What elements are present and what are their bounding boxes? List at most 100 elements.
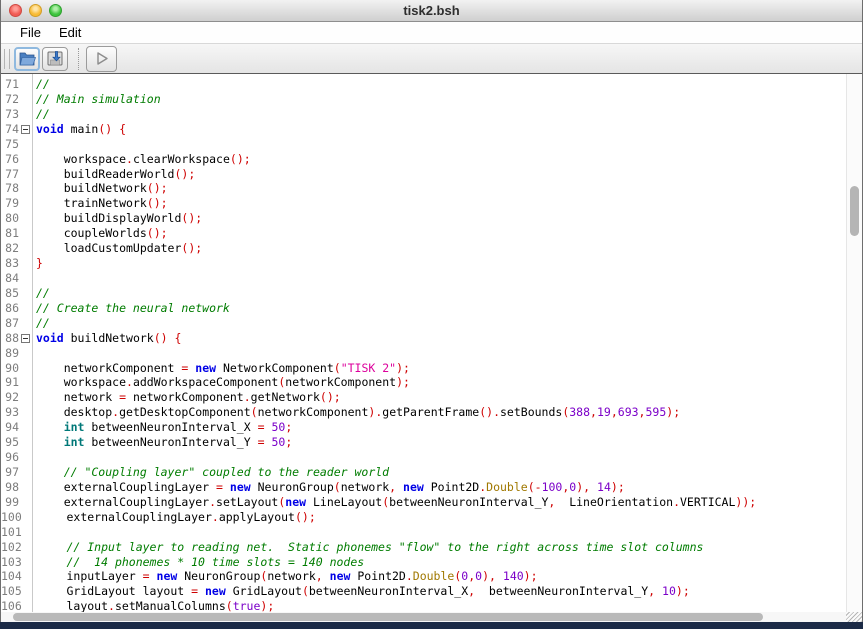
code-line[interactable]: 85//: [1, 286, 846, 301]
code-line[interactable]: 101: [1, 525, 846, 540]
code-text[interactable]: workspace.addWorkspaceComponent(networkC…: [32, 375, 410, 390]
code-line[interactable]: 77 buildReaderWorld();: [1, 167, 846, 182]
code-text[interactable]: int betweenNeuronInterval_Y = 50;: [32, 435, 292, 450]
code-text[interactable]: buildReaderWorld();: [32, 167, 195, 182]
open-file-icon: [19, 51, 36, 66]
code-text[interactable]: // 14 phonemes * 10 time slots = 140 nod…: [35, 555, 364, 570]
code-line[interactable]: 86// Create the neural network: [1, 301, 846, 316]
code-line[interactable]: 97 // "Coupling layer" coupled to the re…: [1, 465, 846, 480]
code-text[interactable]: buildNetwork();: [32, 181, 168, 196]
code-editor[interactable]: 71//72 // Main simulation73//74void main(…: [1, 74, 862, 622]
title-bar[interactable]: tisk2.bsh: [1, 0, 862, 22]
code-text[interactable]: externalCouplingLayer.setLayout(new Line…: [32, 495, 756, 510]
code-line[interactable]: 87 //: [1, 316, 846, 331]
code-text[interactable]: externalCouplingLayer = new NeuronGroup(…: [32, 480, 625, 495]
code-line[interactable]: 98 externalCouplingLayer = new NeuronGro…: [1, 480, 846, 495]
code-text[interactable]: trainNetwork();: [32, 196, 168, 211]
code-line[interactable]: 89: [1, 346, 846, 361]
code-line[interactable]: 88void buildNetwork() {: [1, 331, 846, 346]
code-text[interactable]: buildDisplayWorld();: [32, 211, 202, 226]
code-text[interactable]: // "Coupling layer" coupled to the reade…: [32, 465, 389, 480]
fold-collapse-icon[interactable]: [21, 125, 30, 134]
code-text[interactable]: //: [32, 316, 50, 331]
code-text[interactable]: //: [32, 286, 50, 301]
code-line[interactable]: 83}: [1, 256, 846, 271]
code-line[interactable]: 103 // 14 phonemes * 10 time slots = 140…: [1, 555, 846, 570]
code-text[interactable]: [35, 525, 39, 540]
fold-column: [19, 465, 32, 480]
code-line[interactable]: 84: [1, 271, 846, 286]
line-number: 87: [1, 316, 19, 331]
code-text[interactable]: workspace.clearWorkspace();: [32, 152, 251, 167]
vertical-scrollbar[interactable]: [846, 74, 862, 612]
code-text[interactable]: // Input layer to reading net. Static ph…: [35, 540, 704, 555]
code-text[interactable]: // Create the neural network: [32, 301, 230, 316]
code-text[interactable]: GridLayout layout = new GridLayout(betwe…: [35, 584, 690, 599]
code-text[interactable]: int betweenNeuronInterval_X = 50;: [32, 420, 292, 435]
fold-column: [19, 286, 32, 301]
line-number: 105: [1, 584, 22, 599]
vertical-scrollbar-thumb[interactable]: [850, 186, 859, 236]
code-text[interactable]: // Main simulation: [32, 92, 161, 107]
code-text[interactable]: [32, 346, 36, 361]
code-line[interactable]: 78 buildNetwork();: [1, 181, 846, 196]
code-text[interactable]: }: [32, 256, 43, 271]
fold-column: [19, 211, 32, 226]
menu-file[interactable]: File: [11, 22, 50, 43]
code-line[interactable]: 72 // Main simulation: [1, 92, 846, 107]
code-line[interactable]: 79 trainNetwork();: [1, 196, 846, 211]
code-text[interactable]: [32, 450, 36, 465]
code-line[interactable]: 76 workspace.clearWorkspace();: [1, 152, 846, 167]
line-number: 100: [1, 510, 22, 525]
code-line[interactable]: 102 // Input layer to reading net. Stati…: [1, 540, 846, 555]
code-line[interactable]: 91 workspace.addWorkspaceComponent(netwo…: [1, 375, 846, 390]
code-line[interactable]: 81 coupleWorlds();: [1, 226, 846, 241]
code-line[interactable]: 105 GridLayout layout = new GridLayout(b…: [1, 584, 846, 599]
fold-column: [19, 77, 32, 92]
code-line[interactable]: 92 network = networkComponent.getNetwork…: [1, 390, 846, 405]
code-line[interactable]: 82 loadCustomUpdater();: [1, 241, 846, 256]
run-script-icon: [94, 50, 110, 67]
code-line[interactable]: 74void main() {: [1, 122, 846, 137]
code-text[interactable]: desktop.getDesktopComponent(networkCompo…: [32, 405, 680, 420]
code-line[interactable]: 100 externalCouplingLayer.applyLayout();: [1, 510, 846, 525]
code-text[interactable]: [32, 271, 36, 286]
code-line[interactable]: 75: [1, 137, 846, 152]
code-text[interactable]: coupleWorlds();: [32, 226, 168, 241]
code-text[interactable]: network = networkComponent.getNetwork();: [32, 390, 341, 405]
line-number: 89: [1, 346, 19, 361]
code-line[interactable]: 95 int betweenNeuronInterval_Y = 50;: [1, 435, 846, 450]
code-line[interactable]: 73//: [1, 107, 846, 122]
code-line[interactable]: 99 externalCouplingLayer.setLayout(new L…: [1, 495, 846, 510]
code-line[interactable]: 90 networkComponent = new NetworkCompone…: [1, 361, 846, 376]
save-file-button[interactable]: [42, 47, 68, 71]
line-number: 72: [1, 92, 19, 107]
code-text[interactable]: //: [32, 107, 50, 122]
code-line[interactable]: 94 int betweenNeuronInterval_X = 50;: [1, 420, 846, 435]
fold-collapse-icon[interactable]: [21, 334, 30, 343]
resize-grip[interactable]: [846, 612, 862, 622]
toolbar-drag-handle[interactable]: [4, 49, 10, 69]
open-file-button[interactable]: [14, 47, 40, 71]
code-text[interactable]: void main() {: [32, 122, 126, 137]
code-line[interactable]: 93 desktop.getDesktopComponent(networkCo…: [1, 405, 846, 420]
menu-edit[interactable]: Edit: [50, 22, 90, 43]
code-line[interactable]: 104 inputLayer = new NeuronGroup(network…: [1, 569, 846, 584]
code-text[interactable]: networkComponent = new NetworkComponent(…: [32, 361, 410, 376]
code-line[interactable]: 80 buildDisplayWorld();: [1, 211, 846, 226]
fold-column: [19, 107, 32, 122]
code-line[interactable]: 96: [1, 450, 846, 465]
code-lines[interactable]: 71//72 // Main simulation73//74void main(…: [1, 77, 846, 614]
code-text[interactable]: //: [32, 77, 50, 92]
code-text[interactable]: void buildNetwork() {: [32, 331, 181, 346]
fold-column: [19, 271, 32, 286]
run-script-button[interactable]: [86, 46, 117, 72]
code-text[interactable]: inputLayer = new NeuronGroup(network, ne…: [35, 569, 538, 584]
code-text[interactable]: loadCustomUpdater();: [32, 241, 202, 256]
code-line[interactable]: 71//: [1, 77, 846, 92]
horizontal-scrollbar[interactable]: [1, 612, 846, 622]
fold-column: [19, 241, 32, 256]
code-text[interactable]: externalCouplingLayer.applyLayout();: [35, 510, 316, 525]
code-text[interactable]: [32, 137, 36, 152]
horizontal-scrollbar-thumb[interactable]: [13, 613, 763, 621]
